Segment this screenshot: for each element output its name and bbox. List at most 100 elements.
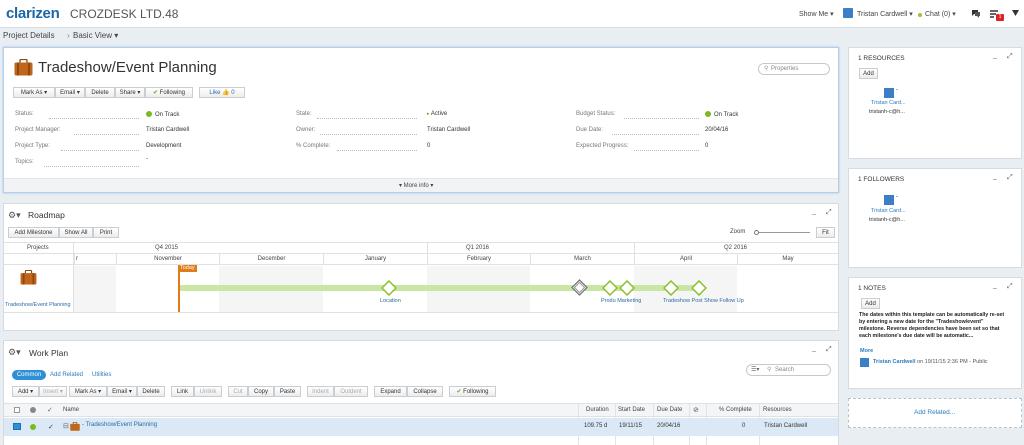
milestone-label-location[interactable]: Location — [380, 298, 401, 304]
following-button[interactable]: ✔ Following — [449, 386, 496, 397]
expand-icon[interactable]: ⤢ — [826, 209, 832, 217]
comments-icon[interactable] — [971, 9, 981, 18]
resource-name[interactable]: Tristan Card... — [871, 100, 906, 106]
expand-icon[interactable]: ⤢ — [1007, 53, 1013, 61]
user-menu[interactable]: Tristan Cardwell ▾ — [857, 10, 913, 18]
divider — [337, 150, 417, 151]
roadmap-project-label[interactable]: Tradeshow/Event Planning — [5, 302, 71, 308]
add-note-button[interactable]: Add — [861, 298, 880, 309]
outdent-button[interactable]: Outdent — [334, 386, 368, 397]
tab-add-related[interactable]: Add Related — [50, 372, 83, 378]
column-start-date[interactable]: Start Date — [618, 407, 645, 413]
table-row[interactable]: ✓ ⊟ - Tradeshow/Event Planning 109.75 d … — [4, 418, 838, 436]
user-avatar[interactable] — [843, 8, 853, 18]
note-author[interactable]: Tristan Cardwell — [873, 359, 916, 365]
milestone-follow-up[interactable] — [691, 280, 707, 296]
chat-menu[interactable]: Chat (0) ▾ — [925, 10, 956, 18]
breadcrumb-project-details[interactable]: Project Details — [3, 31, 55, 40]
milestone-gray[interactable] — [571, 279, 588, 296]
add-related-link[interactable]: Add Related... — [914, 409, 955, 416]
tab-common[interactable]: Common — [12, 370, 46, 380]
follower-avatar[interactable] — [884, 195, 894, 205]
row-resources: Tristan Cardwell — [764, 423, 808, 429]
expected-progress-value: 0 — [705, 143, 709, 149]
zoom-handle[interactable] — [754, 230, 759, 235]
email-button[interactable]: Email ▾ — [55, 87, 85, 98]
minimize-icon[interactable]: _ — [993, 282, 997, 289]
more-info-toggle[interactable]: ▾ More info ▾ — [399, 182, 433, 189]
zoom-slider[interactable] — [754, 230, 810, 235]
milestone-produ[interactable] — [602, 280, 618, 296]
milestone-label-produ-marketing[interactable]: Produ Marketing — [601, 298, 641, 304]
filter-icon[interactable]: ☰▾ — [751, 366, 759, 373]
indent-button[interactable]: Indent — [307, 386, 334, 397]
print-button[interactable]: Print — [93, 227, 119, 238]
owner-value[interactable]: Tristan Cardwell — [427, 127, 470, 133]
delete-button[interactable]: Delete — [137, 386, 165, 397]
column-name[interactable]: Name — [63, 407, 79, 413]
expand-icon[interactable]: ⤢ — [1007, 174, 1013, 182]
collapse-toggle-icon[interactable]: ⊟ — [63, 422, 69, 430]
link-button[interactable]: Link — [171, 386, 194, 397]
column-percent-complete[interactable]: % Complete — [719, 407, 752, 413]
due-date-value[interactable]: 20/04/16 — [705, 127, 728, 133]
gear-icon[interactable]: ⚙▾ — [8, 347, 21, 358]
cut-button[interactable]: Cut — [228, 386, 248, 397]
fit-button[interactable]: Fit — [816, 227, 835, 238]
column-duration[interactable]: Duration — [586, 407, 609, 413]
delete-button[interactable]: Delete — [85, 87, 115, 98]
breadcrumb-basic-view[interactable]: Basic View ▾ — [73, 31, 118, 40]
properties-search[interactable]: ⚲ Properties — [758, 63, 830, 75]
copy-button[interactable]: Copy — [248, 386, 274, 397]
resource-avatar[interactable] — [884, 88, 894, 98]
add-milestone-button[interactable]: Add Milestone — [8, 227, 59, 238]
column-due-date[interactable]: Due Date — [657, 407, 682, 413]
app-logo[interactable]: clarizen — [6, 5, 60, 22]
unlink-button[interactable]: Unlink — [194, 386, 222, 397]
mark-as-button[interactable]: Mark As ▾ — [69, 386, 107, 397]
email-button[interactable]: Email ▾ — [107, 386, 137, 397]
divider — [612, 134, 699, 135]
follower-dash: - — [896, 194, 898, 200]
expand-icon[interactable]: ⤢ — [826, 346, 832, 354]
following-button[interactable]: ✔ Following — [145, 87, 193, 98]
select-all-checkbox[interactable] — [14, 407, 20, 413]
milestone-location[interactable] — [381, 280, 397, 296]
collapse-button[interactable]: Collapse — [407, 386, 443, 397]
add-button[interactable]: Add ▾ — [12, 386, 39, 397]
minimize-icon[interactable]: _ — [812, 345, 816, 352]
work-plan-search[interactable]: ☰▾ ⚲ Search — [746, 364, 831, 376]
note-more-link[interactable]: More — [860, 348, 873, 354]
minimize-icon[interactable]: _ — [812, 208, 816, 215]
mark-as-button[interactable]: Mark As ▾ — [13, 87, 55, 98]
row-checkbox[interactable] — [13, 423, 21, 430]
milestone-marketing[interactable] — [619, 280, 635, 296]
show-me-menu[interactable]: Show Me ▾ — [799, 10, 834, 18]
show-all-button[interactable]: Show All — [59, 227, 93, 238]
column-resources[interactable]: Resources — [763, 407, 792, 413]
expand-icon[interactable]: ⤢ — [1007, 283, 1013, 291]
minimize-icon[interactable]: _ — [993, 173, 997, 180]
insert-button[interactable]: Insert ▾ — [39, 386, 67, 397]
share-button[interactable]: Share ▾ — [115, 87, 145, 98]
dropdown-icon[interactable] — [1012, 10, 1019, 16]
note-author-avatar[interactable] — [860, 358, 869, 367]
project-type-value[interactable]: Development — [146, 143, 181, 149]
minimize-icon[interactable]: _ — [993, 52, 997, 59]
project-manager-value[interactable]: Tristan Cardwell — [146, 127, 189, 133]
add-related-panel[interactable]: Add Related... — [848, 398, 1022, 428]
like-button[interactable]: Like 👍 0 — [199, 87, 245, 98]
status-value: On Track — [146, 111, 179, 118]
tab-utilities[interactable]: Utilities — [92, 372, 111, 378]
follower-name[interactable]: Tristan Card... — [871, 208, 906, 214]
timeline-shade — [74, 266, 116, 312]
gear-icon[interactable]: ⚙▾ — [8, 210, 21, 221]
topics-value[interactable]: - — [146, 156, 148, 162]
milestone-tradeshow[interactable] — [663, 280, 679, 296]
milestone-label-tradeshow-follow-up[interactable]: Tradeshow Post Show Follow Up — [663, 298, 744, 304]
notes-title: 1 NOTES — [858, 285, 886, 292]
expand-button[interactable]: Expand — [374, 386, 407, 397]
row-name[interactable]: - Tradeshow/Event Planning — [82, 422, 157, 428]
paste-button[interactable]: Paste — [274, 386, 301, 397]
add-resource-button[interactable]: Add — [859, 68, 878, 79]
